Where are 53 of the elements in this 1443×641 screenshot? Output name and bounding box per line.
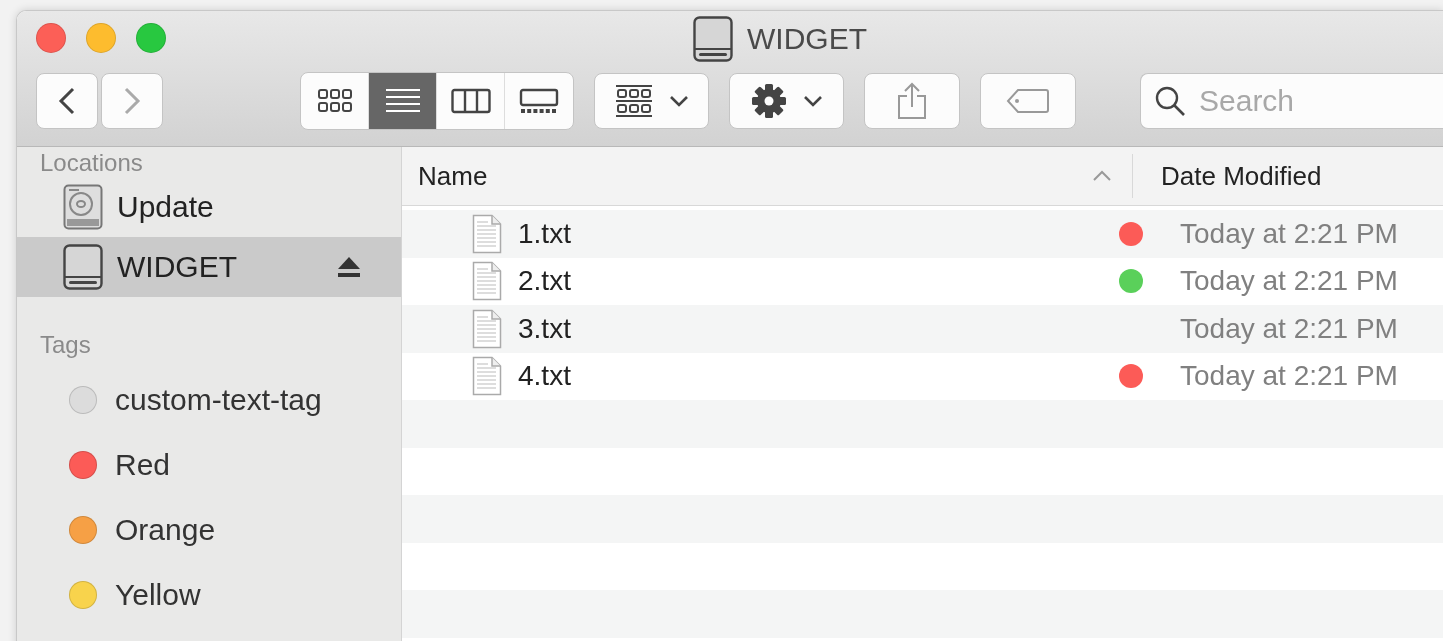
close-button[interactable] (36, 23, 66, 53)
columns-icon (450, 88, 491, 114)
column-header[interactable]: Date Modified (1161, 160, 1322, 192)
search-icon (1154, 85, 1186, 117)
sidebar-item[interactable]: Orange (17, 497, 401, 562)
file-name: 1.txt (518, 217, 572, 250)
date-modified: Today at 2:21 PM (1180, 360, 1398, 393)
sidebar-label: Red (115, 447, 171, 482)
date-modified: Today at 2:21 PM (1180, 312, 1398, 345)
action-button[interactable] (729, 73, 844, 129)
gear-icon (750, 83, 787, 119)
sidebar-item[interactable]: custom-text-tag (17, 367, 401, 432)
share-icon (897, 82, 927, 120)
grid-icon (614, 84, 653, 118)
file-name: 2.txt (518, 265, 572, 298)
file-name: 3.txt (518, 312, 572, 345)
text-file-icon (472, 261, 502, 302)
chevron-right-icon (122, 86, 142, 116)
date-modified: Today at 2:21 PM (1180, 265, 1398, 298)
tag-button[interactable] (980, 73, 1076, 129)
text-file-icon (472, 356, 502, 397)
sidebar-label: Yellow (115, 577, 201, 612)
list-icon (384, 88, 421, 114)
sidebar-label: Update (117, 190, 214, 224)
external-drive-icon (63, 244, 103, 290)
gallery-icon (519, 88, 559, 114)
sidebar-item[interactable]: Update (17, 177, 401, 237)
text-file-icon (472, 308, 502, 349)
sidebar-item[interactable]: Red (17, 432, 401, 497)
date-modified: Today at 2:21 PM (1180, 217, 1398, 250)
text-file-icon (472, 213, 502, 254)
share-button[interactable] (864, 73, 960, 129)
back-button[interactable] (36, 73, 98, 129)
chevron-left-icon (57, 86, 77, 116)
grid-icon (316, 88, 353, 114)
external-drive-icon (693, 16, 733, 62)
sidebar-label: WIDGET (117, 250, 237, 284)
sidebar-label: Orange (115, 512, 216, 547)
section-header: Locations (40, 149, 143, 177)
search-field[interactable]: Search (1140, 73, 1443, 129)
window-title: WIDGET (747, 22, 867, 56)
group-button[interactable] (594, 73, 709, 129)
sidebar-label: custom-text-tag (115, 382, 322, 417)
view-button[interactable] (369, 73, 437, 129)
eject-icon[interactable] (337, 256, 361, 278)
chevron-down-icon (802, 95, 823, 107)
sidebar-item[interactable]: WIDGET (17, 237, 401, 297)
file-name: 4.txt (518, 360, 572, 393)
chevron-down-icon (668, 95, 689, 107)
section-header: Tags (40, 331, 91, 359)
sidebar-item[interactable]: Yellow (17, 562, 401, 627)
tag-icon (1006, 88, 1050, 114)
column-header[interactable]: Name (402, 160, 1092, 192)
